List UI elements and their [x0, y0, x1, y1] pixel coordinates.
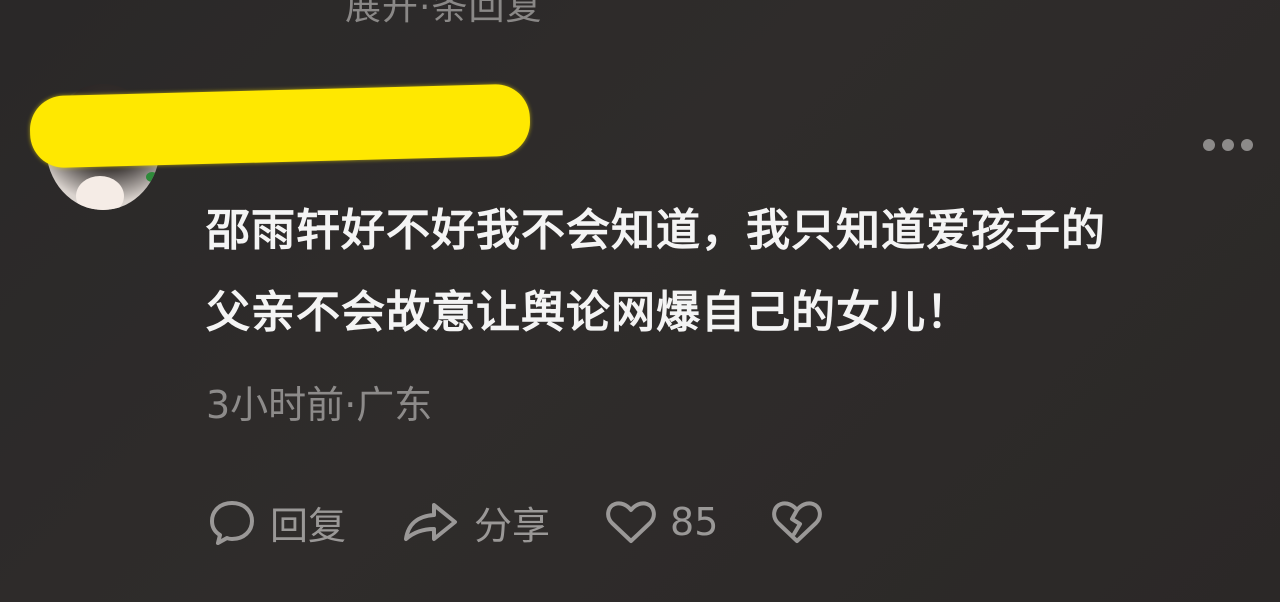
more-dots-icon	[1203, 139, 1215, 151]
meta-separator: ·	[344, 383, 357, 427]
comment-bubble-icon	[210, 501, 254, 545]
username-redaction	[29, 83, 531, 169]
more-options-button[interactable]	[1203, 136, 1259, 154]
reply-button[interactable]: 回复	[206, 495, 346, 550]
dislike-button[interactable]	[770, 496, 824, 548]
previous-comment-expand-replies[interactable]: 展开·条回复	[345, 0, 542, 30]
comment-actions: 回复 分享 85	[206, 494, 824, 550]
more-dots-icon	[1241, 139, 1253, 151]
broken-heart-icon	[772, 501, 823, 543]
comment-meta: 3小时前·广东	[206, 374, 432, 429]
like-count: 85	[670, 500, 719, 544]
like-button[interactable]: 85	[604, 496, 718, 548]
comment-time: 3小时前	[206, 383, 345, 427]
reply-label: 回复	[270, 503, 347, 548]
comment-location: 广东	[356, 383, 433, 427]
share-label: 分享	[474, 503, 551, 548]
comment-text: 邵雨轩好不好我不会知道，我只知道爱孩子的 父亲不会故意让舆论网爆自己的女儿！	[206, 190, 1266, 354]
heart-icon	[606, 501, 656, 543]
avatar-leaf-detail	[146, 172, 158, 182]
comment-text-line-2: 父亲不会故意让舆论网爆自己的女儿！	[206, 287, 971, 338]
avatar-face-detail	[76, 176, 124, 210]
share-arrow-icon	[404, 503, 458, 541]
comment-text-line-1: 邵雨轩好不好我不会知道，我只知道爱孩子的	[206, 205, 1106, 256]
share-button[interactable]: 分享	[398, 495, 550, 550]
more-dots-icon	[1222, 139, 1234, 151]
